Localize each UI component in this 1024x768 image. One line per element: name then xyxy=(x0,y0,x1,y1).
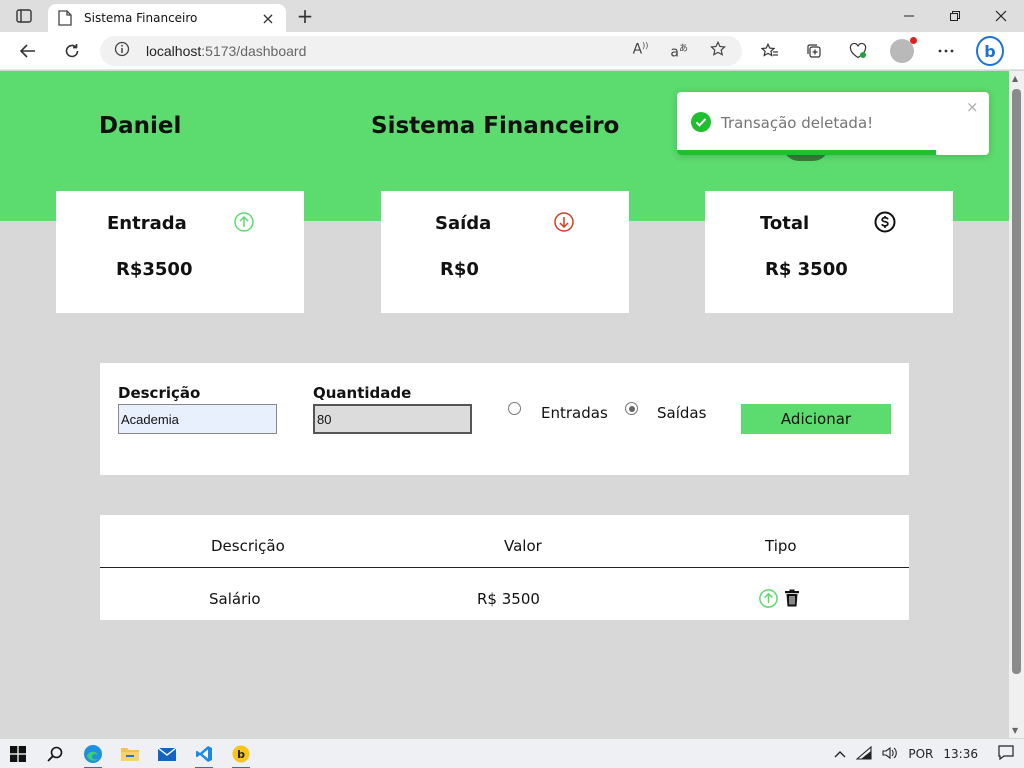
scroll-up-icon[interactable]: ▲ xyxy=(1012,74,1018,83)
browser-toolbar: localhost:5173/dashboard A)) aあ b xyxy=(0,32,1024,70)
vscode-icon[interactable] xyxy=(192,742,216,768)
minimize-icon[interactable] xyxy=(886,0,932,32)
favorite-star-icon[interactable] xyxy=(710,40,726,61)
translate-icon[interactable]: aあ xyxy=(670,41,688,61)
page-title: Sistema Financeiro xyxy=(371,113,620,139)
url-host: localhost xyxy=(146,43,202,59)
clock[interactable]: 13:36 xyxy=(943,747,978,761)
tab-actions-icon[interactable] xyxy=(10,6,38,26)
system-tray: POR 13:36 xyxy=(834,739,1024,768)
dollar-circle-icon xyxy=(874,211,896,233)
favorites-icon[interactable] xyxy=(756,37,784,65)
collections-icon[interactable] xyxy=(800,37,828,65)
url-path: :5173/dashboard xyxy=(201,43,307,59)
volume-icon[interactable] xyxy=(882,746,898,763)
scrollbar-thumb[interactable] xyxy=(1012,89,1021,674)
descricao-input[interactable]: Academia xyxy=(118,404,277,434)
new-tab-button[interactable]: + xyxy=(293,4,317,28)
success-check-icon xyxy=(691,112,711,132)
page-icon xyxy=(58,10,74,26)
radio-saidas-label[interactable]: Saídas xyxy=(657,404,706,422)
card-entrada: Entrada R$3500 xyxy=(56,191,304,313)
table-divider xyxy=(100,567,909,568)
toast-notification: Transação deletada! × xyxy=(677,92,989,155)
windows-start-icon[interactable] xyxy=(6,742,30,766)
card-total-value: R$ 3500 xyxy=(765,259,848,280)
card-saida: Saída R$0 xyxy=(381,191,629,313)
column-header-tipo: Tipo xyxy=(765,537,797,555)
browser-tab[interactable]: Sistema Financeiro × xyxy=(48,4,286,32)
card-saida-value: R$0 xyxy=(440,259,479,280)
edge-browser-icon[interactable] xyxy=(81,742,105,768)
arrow-up-circle-icon xyxy=(759,589,778,608)
card-saida-title: Saída xyxy=(435,213,492,234)
column-header-descricao: Descrição xyxy=(211,537,285,555)
toast-progress-bar xyxy=(677,150,936,155)
page-scrollbar[interactable]: ▲ ▼ xyxy=(1009,71,1024,738)
card-entrada-value: R$3500 xyxy=(116,259,193,280)
notifications-icon[interactable] xyxy=(998,745,1014,763)
card-total: Total R$ 3500 xyxy=(705,191,953,313)
quantidade-input[interactable]: 80 xyxy=(313,404,472,434)
tab-close-icon[interactable]: × xyxy=(260,9,276,28)
language-indicator[interactable]: POR xyxy=(908,747,933,761)
card-total-title: Total xyxy=(760,213,810,234)
close-window-icon[interactable] xyxy=(978,0,1024,32)
cell-descricao: Salário xyxy=(209,590,261,608)
toast-close-icon[interactable]: × xyxy=(966,98,979,116)
radio-entradas[interactable] xyxy=(508,402,521,415)
arrow-down-circle-icon xyxy=(554,212,574,232)
profile-avatar[interactable] xyxy=(888,37,917,65)
radio-saidas[interactable] xyxy=(625,402,638,415)
arrow-up-circle-icon xyxy=(234,212,254,232)
window-controls xyxy=(886,0,1024,32)
trash-icon[interactable] xyxy=(784,589,800,607)
transactions-table: Descrição Valor Tipo Salário R$ 3500 xyxy=(100,515,909,620)
mail-icon[interactable] xyxy=(155,742,179,766)
page-viewport: Daniel Sistema Financeiro Entrada R$3500… xyxy=(0,71,1009,738)
refresh-icon[interactable] xyxy=(58,37,86,65)
radio-entradas-label[interactable]: Entradas xyxy=(541,404,608,422)
windows-taskbar: b POR 13:36 xyxy=(0,738,1024,768)
add-button[interactable]: Adicionar xyxy=(741,404,891,434)
address-bar[interactable]: localhost:5173/dashboard A)) aあ xyxy=(100,36,742,66)
read-aloud-icon[interactable]: A)) xyxy=(633,41,649,61)
search-icon[interactable] xyxy=(43,742,67,766)
restore-icon[interactable] xyxy=(932,0,978,32)
site-info-icon[interactable] xyxy=(112,41,132,61)
tab-title: Sistema Financeiro xyxy=(84,11,198,25)
scroll-down-icon[interactable]: ▼ xyxy=(1012,726,1018,735)
app-b-icon[interactable]: b xyxy=(229,742,253,768)
browser-tab-bar: Sistema Financeiro × + xyxy=(0,0,1024,32)
chevron-up-icon[interactable] xyxy=(834,747,846,761)
toast-message: Transação deletada! xyxy=(721,114,874,132)
browser-essentials-icon[interactable] xyxy=(844,37,872,65)
network-icon[interactable] xyxy=(855,745,872,763)
bing-copilot-icon[interactable]: b xyxy=(976,36,1004,66)
quantidade-label: Quantidade xyxy=(313,384,412,402)
url-text[interactable]: localhost:5173/dashboard xyxy=(146,43,633,59)
back-icon[interactable] xyxy=(14,37,42,65)
file-explorer-icon[interactable] xyxy=(118,742,142,766)
descricao-label: Descrição xyxy=(118,384,201,402)
cell-valor: R$ 3500 xyxy=(477,590,540,608)
more-options-icon[interactable] xyxy=(932,37,960,65)
card-entrada-title: Entrada xyxy=(107,213,187,234)
column-header-valor: Valor xyxy=(504,537,542,555)
user-name: Daniel xyxy=(99,113,182,139)
transaction-form: Descrição Academia Quantidade 80 Entrada… xyxy=(100,363,909,475)
svg-text:b: b xyxy=(237,748,245,761)
